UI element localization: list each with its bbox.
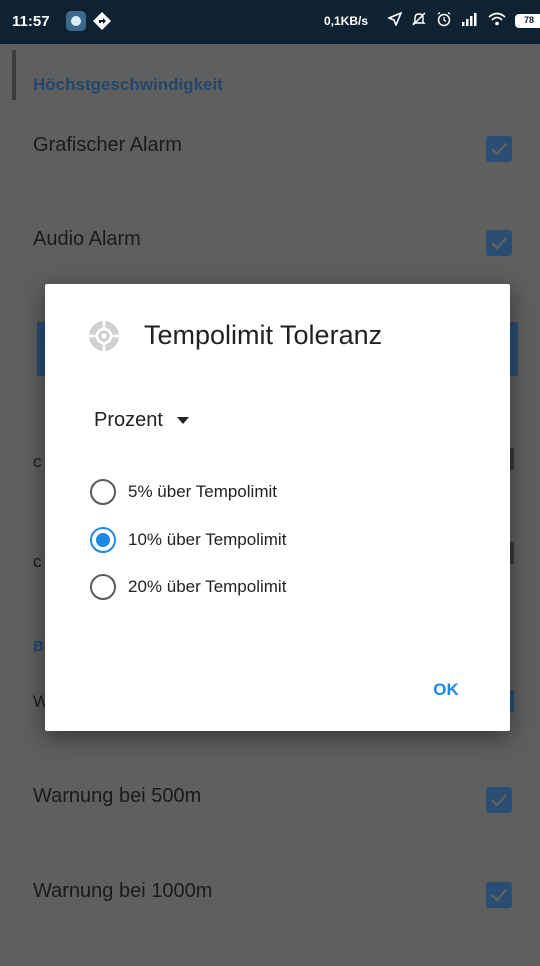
status-time: 11:57 bbox=[12, 13, 50, 30]
tempolimit-dialog: Tempolimit Toleranz Prozent 5% über Temp… bbox=[45, 284, 510, 731]
radio-button-selected[interactable] bbox=[90, 527, 116, 553]
battery-level: 78 bbox=[523, 15, 534, 25]
partial-text: c bbox=[33, 452, 42, 471]
background-button-edge-left bbox=[37, 322, 45, 376]
scroll-edge-indicator bbox=[12, 50, 16, 100]
pref-label: Grafischer Alarm bbox=[33, 134, 182, 156]
checkbox-checked[interactable] bbox=[486, 882, 512, 908]
checkbox-checked[interactable] bbox=[486, 787, 512, 813]
status-bar: 11:57 0,1KB/s 78 bbox=[0, 0, 540, 44]
pref-label: Audio Alarm bbox=[33, 228, 141, 250]
dialog-title: Tempolimit Toleranz bbox=[144, 320, 383, 350]
network-speed: 0,1KB/s bbox=[324, 14, 369, 28]
battery-icon: 78 bbox=[515, 14, 540, 28]
pref-row-warning-500m[interactable]: Warnung bei 500m bbox=[0, 769, 540, 829]
partial-text: c bbox=[33, 552, 42, 571]
partial-checkbox-edge bbox=[510, 690, 514, 712]
wifi-icon bbox=[488, 12, 506, 31]
radio-option-20-percent[interactable]: 20% über Tempolimit bbox=[90, 572, 286, 602]
radio-button[interactable] bbox=[90, 479, 116, 505]
radio-label: 10% über Tempolimit bbox=[128, 530, 287, 549]
radio-option-10-percent[interactable]: 10% über Tempolimit bbox=[90, 525, 286, 555]
radio-label: 20% über Tempolimit bbox=[128, 577, 287, 596]
radio-button[interactable] bbox=[90, 574, 116, 600]
mute-icon bbox=[411, 11, 427, 32]
caret-down-icon bbox=[176, 416, 189, 424]
alarm-icon bbox=[436, 11, 452, 32]
unit-dropdown[interactable]: Prozent bbox=[94, 405, 189, 435]
pref-label: Warnung bei 500m bbox=[33, 785, 202, 807]
radio-option-5-percent[interactable]: 5% über Tempolimit bbox=[90, 477, 277, 507]
status-icons: 78 bbox=[386, 10, 540, 32]
location-arrow-icon bbox=[386, 11, 403, 31]
ok-button[interactable]: OK bbox=[423, 674, 469, 706]
background-button-edge-right bbox=[510, 322, 518, 376]
checkbox-checked[interactable] bbox=[486, 230, 512, 256]
section-header-speed: Höchstgeschwindigkeit bbox=[33, 75, 223, 94]
radio-label: 5% über Tempolimit bbox=[128, 482, 277, 501]
partial-control-edge bbox=[510, 542, 514, 564]
dropdown-value: Prozent bbox=[94, 408, 163, 431]
partial-control-edge bbox=[510, 448, 514, 470]
pref-row-audio-alarm[interactable]: Audio Alarm bbox=[0, 212, 540, 272]
pref-row-graphic-alarm[interactable]: Grafischer Alarm bbox=[0, 118, 540, 178]
checkbox-checked[interactable] bbox=[486, 136, 512, 162]
pref-label: Warnung bei 1000m bbox=[33, 880, 213, 902]
tolerance-icon bbox=[84, 316, 124, 356]
app-notification-icon bbox=[66, 11, 86, 31]
pref-row-warning-1000m[interactable]: Warnung bei 1000m bbox=[0, 864, 540, 924]
partial-section-header: B bbox=[33, 638, 44, 655]
navigation-app-icon bbox=[92, 11, 112, 31]
signal-icon bbox=[461, 12, 479, 31]
